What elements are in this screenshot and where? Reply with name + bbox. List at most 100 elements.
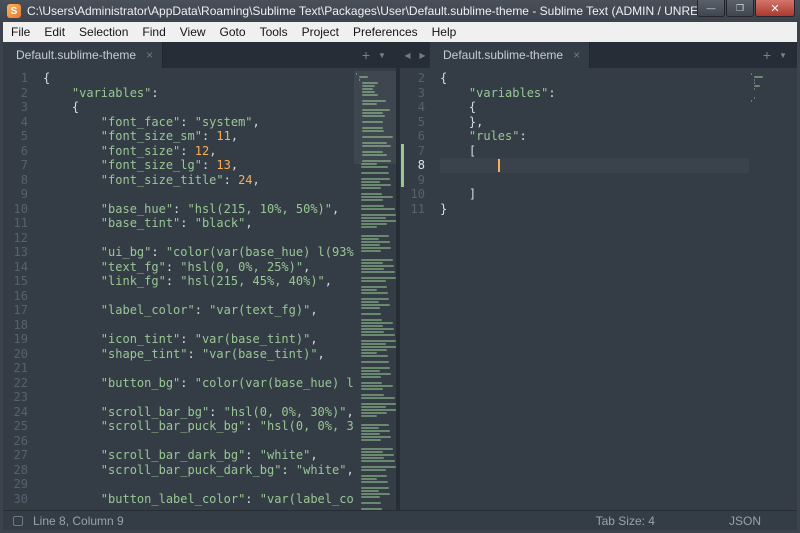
code-line[interactable]: "scroll_bar_puck_bg": "hsl(0, 0%, 30%)", (43, 419, 354, 434)
punctuation-token: : (245, 419, 259, 433)
menu-item-preferences[interactable]: Preferences (346, 23, 425, 41)
code-line[interactable]: "font_size": 12, (43, 144, 354, 159)
menu-item-help[interactable]: Help (425, 23, 464, 41)
minimap-line (361, 412, 387, 414)
code-line[interactable]: "text_fg": "hsl(0, 0%, 25%)", (43, 260, 354, 275)
code-line[interactable]: { (440, 71, 749, 86)
code-line[interactable]: "variables": (43, 86, 354, 101)
tab-history-back-icon[interactable]: ◀ (400, 42, 415, 68)
tab-history-forward-icon[interactable]: ▶ (415, 42, 430, 68)
code-area[interactable]: { "variables": { "font_face": "system", … (37, 71, 354, 510)
string-token: "font_face" (101, 115, 180, 129)
code-line[interactable]: "icon_tint": "var(base_tint)", (43, 332, 354, 347)
maximize-button[interactable]: ❒ (726, 0, 754, 17)
minimap-line (361, 217, 386, 219)
minimap-line (361, 376, 381, 378)
code-line[interactable]: "scroll_bar_puck_dark_bg": "white", (43, 463, 354, 478)
minimize-button[interactable]: — (697, 0, 725, 17)
punctuation-token: , (332, 202, 339, 216)
code-line[interactable]: "link_fg": "hsl(215, 45%, 40%)", (43, 274, 354, 289)
code-line[interactable]: { (440, 100, 749, 115)
string-token: "base_tint" (101, 216, 180, 230)
code-line[interactable] (43, 318, 354, 333)
sublime-window: S C:\Users\Administrator\AppData\Roaming… (0, 0, 800, 533)
code-line[interactable]: "button_label_color": "var(label_color)"… (43, 492, 354, 507)
code-line[interactable] (440, 173, 749, 188)
menu-item-selection[interactable]: Selection (72, 23, 135, 41)
editor-left[interactable]: 1234567891011121314151617181920212223242… (3, 68, 396, 510)
status-bar: Line 8, Column 9 Tab Size: 4 JSON (3, 510, 797, 530)
new-tab-button[interactable]: + (358, 42, 374, 68)
menu-item-file[interactable]: File (4, 23, 37, 41)
minimap-line (361, 196, 393, 198)
menu-item-edit[interactable]: Edit (37, 23, 72, 41)
syntax-indicator[interactable]: JSON (729, 514, 761, 528)
code-line[interactable] (43, 434, 354, 449)
tab-default-sublime-theme[interactable]: Default.sublime-theme× (3, 42, 163, 68)
minimap-viewport[interactable] (354, 71, 396, 164)
minimap[interactable] (354, 71, 396, 510)
code-line[interactable]: ] (440, 187, 749, 202)
code-line[interactable]: "base_hue": "hsl(215, 10%, 50%)", (43, 202, 354, 217)
tab-size-indicator[interactable]: Tab Size: 4 (596, 514, 655, 528)
line-number: 10 (3, 202, 28, 217)
string-token: "scroll_bar_bg" (101, 405, 209, 419)
number-token: 11 (216, 129, 230, 143)
code-line[interactable]: "shape_tint": "var(base_tint)", (43, 347, 354, 362)
code-line[interactable] (43, 187, 354, 202)
code-line[interactable] (43, 477, 354, 492)
editor-right[interactable]: 234567891011{ "variables": { }, "rules":… (400, 68, 797, 510)
menu-item-view[interactable]: View (173, 23, 213, 41)
minimap-line (361, 220, 396, 222)
line-number: 2 (3, 86, 28, 101)
tab-list-dropdown-icon[interactable]: ▼ (775, 42, 791, 68)
code-line[interactable] (43, 361, 354, 376)
minimap-line (361, 490, 379, 492)
code-line[interactable]: { (43, 71, 354, 86)
tab-close-icon[interactable]: × (146, 48, 153, 62)
minimap-line (361, 247, 391, 249)
code-line[interactable]: "scroll_bar_bg": "hsl(0, 0%, 30%)", (43, 405, 354, 420)
code-area[interactable]: { "variables": { }, "rules": [ ]} (434, 71, 749, 510)
minimap-line (361, 502, 381, 504)
number-token: 12 (195, 144, 209, 158)
tab-list-dropdown-icon[interactable]: ▼ (374, 42, 390, 68)
minimap-line (754, 85, 760, 87)
code-line[interactable]: "scroll_bar_dark_bg": "white", (43, 448, 354, 463)
pane-right: ◀▶Default.sublime-theme× +▼234567891011{ … (400, 42, 797, 510)
panel-switcher-icon[interactable] (13, 516, 23, 526)
code-line[interactable]: }, (440, 115, 749, 130)
close-button[interactable]: ✕ (755, 0, 795, 17)
line-number: 17 (3, 303, 28, 318)
code-line[interactable] (43, 231, 354, 246)
punctuation-token: , (310, 448, 317, 462)
code-line[interactable]: "font_size_title": 24, (43, 173, 354, 188)
punctuation-token (43, 216, 101, 230)
code-line[interactable]: "font_size_lg": 13, (43, 158, 354, 173)
menu-item-goto[interactable]: Goto (213, 23, 253, 41)
string-token: "hsl(0, 0%, 30%)" (260, 419, 354, 433)
code-line[interactable] (43, 390, 354, 405)
punctuation-token: : (188, 347, 202, 361)
code-line[interactable] (43, 289, 354, 304)
code-line[interactable]: { (43, 100, 354, 115)
code-line[interactable]: "font_size_sm": 11, (43, 129, 354, 144)
code-line[interactable]: "button_bg": "color(var(base_hue) l(95%)… (43, 376, 354, 391)
code-line[interactable]: "base_tint": "black", (43, 216, 354, 231)
tab-default-sublime-theme[interactable]: Default.sublime-theme× (430, 42, 590, 68)
minimap[interactable] (749, 71, 797, 510)
code-line[interactable]: "variables": (440, 86, 749, 101)
code-line[interactable]: "rules": (440, 129, 749, 144)
code-line[interactable]: [ (440, 144, 749, 159)
menu-item-tools[interactable]: Tools (253, 23, 295, 41)
code-line[interactable]: } (440, 202, 749, 217)
new-tab-button[interactable]: + (759, 42, 775, 68)
menu-item-project[interactable]: Project (295, 23, 346, 41)
code-line[interactable]: "label_color": "var(text_fg)", (43, 303, 354, 318)
code-line[interactable]: "ui_bg": "color(var(base_hue) l(93%))", (43, 245, 354, 260)
line-number: 7 (3, 158, 28, 173)
menu-item-find[interactable]: Find (135, 23, 172, 41)
code-line[interactable] (440, 158, 749, 173)
tab-close-icon[interactable]: × (573, 48, 580, 62)
code-line[interactable]: "font_face": "system", (43, 115, 354, 130)
